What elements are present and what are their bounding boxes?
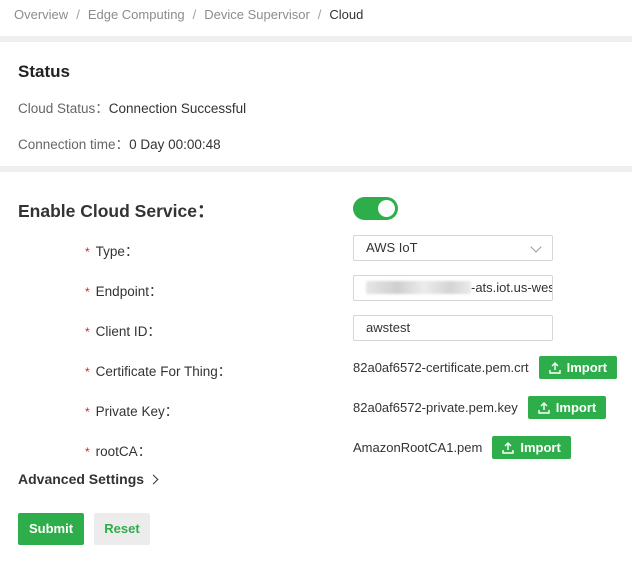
section-divider [0, 36, 632, 42]
connection-time-label: Connection time： [18, 137, 130, 152]
root-ca-label: * rootCA： [85, 440, 151, 460]
submit-button[interactable]: Submit [18, 513, 84, 545]
type-select[interactable]: AWS IoT [353, 235, 553, 261]
root-ca-import-button[interactable]: Import [492, 436, 571, 459]
root-ca-file-name: AmazonRootCA1.pem [353, 440, 483, 455]
breadcrumb-device-supervisor[interactable]: Device Supervisor [204, 7, 310, 22]
cloud-status-label: Cloud Status： [18, 101, 109, 116]
connection-time-value: 0 Day 00:00:48 [129, 137, 221, 152]
advanced-settings-label: Advanced Settings [18, 471, 145, 487]
breadcrumb: Overview / Edge Computing / Device Superviso… [14, 7, 363, 22]
breadcrumb-separator: / [192, 7, 197, 22]
breadcrumb-edge-computing[interactable]: Edge Computing [88, 7, 185, 22]
type-label-text: Type： [95, 244, 139, 259]
breadcrumb-separator: / [317, 7, 322, 22]
breadcrumb-overview[interactable]: Overview [14, 7, 68, 22]
toggle-knob [378, 200, 395, 217]
type-label: * Type： [85, 240, 138, 260]
client-id-label-text: Client ID： [95, 324, 161, 339]
private-key-label: * Private Key： [85, 400, 178, 420]
required-mark: * [85, 365, 90, 379]
endpoint-input[interactable]: -ats.iot.us-wes [353, 275, 553, 301]
chevron-down-icon [530, 241, 542, 253]
private-key-label-text: Private Key： [95, 404, 179, 419]
private-key-file-row: 82a0af6572-private.pem.key Import [353, 396, 607, 419]
client-id-input[interactable]: awstest [353, 315, 553, 341]
certificate-import-button[interactable]: Import [538, 356, 618, 379]
breadcrumb-current: Cloud [329, 7, 364, 22]
upload-icon [548, 362, 561, 374]
enable-cloud-service-toggle[interactable] [353, 197, 398, 220]
client-id-value: awstest [366, 320, 411, 335]
breadcrumb-separator: / [76, 7, 80, 22]
root-ca-file-row: AmazonRootCA1.pem Import [353, 436, 571, 459]
client-id-label: * Client ID： [85, 320, 161, 340]
import-label: Import [555, 400, 597, 415]
cloud-status: Cloud Status：Connection Successful [18, 97, 246, 117]
certificate-file-row: 82a0af6572-certificate.pem.crt Import [353, 356, 618, 379]
redacted-text [366, 280, 471, 294]
endpoint-label: * Endpoint： [85, 280, 162, 300]
chevron-right-icon [148, 474, 159, 485]
cloud-status-value: Connection Successful [108, 101, 247, 116]
required-mark: * [85, 325, 90, 339]
required-mark: * [85, 405, 90, 419]
enable-cloud-service-label: Enable Cloud Service： [18, 201, 215, 221]
required-mark: * [85, 445, 90, 459]
connection-time: Connection time：0 Day 00:00:48 [18, 133, 221, 153]
import-label: Import [566, 360, 608, 375]
advanced-settings-toggle[interactable]: Advanced Settings [18, 471, 159, 487]
import-label: Import [520, 440, 561, 455]
upload-icon [538, 402, 550, 414]
required-mark: * [85, 245, 90, 259]
certificate-label-text: Certificate For Thing： [95, 364, 232, 379]
required-mark: * [85, 285, 90, 299]
private-key-import-button[interactable]: Import [527, 396, 607, 419]
reset-button[interactable]: Reset [94, 513, 150, 545]
endpoint-value: -ats.iot.us-wes [471, 280, 553, 295]
type-select-value: AWS IoT [366, 240, 418, 255]
private-key-file-name: 82a0af6572-private.pem.key [353, 400, 518, 415]
section-divider [0, 166, 632, 172]
certificate-label: * Certificate For Thing： [85, 360, 231, 380]
status-title: Status [18, 62, 70, 81]
endpoint-label-text: Endpoint： [95, 284, 163, 299]
upload-icon [502, 442, 515, 454]
root-ca-label-text: rootCA： [95, 444, 152, 459]
certificate-file-name: 82a0af6572-certificate.pem.crt [353, 360, 529, 375]
